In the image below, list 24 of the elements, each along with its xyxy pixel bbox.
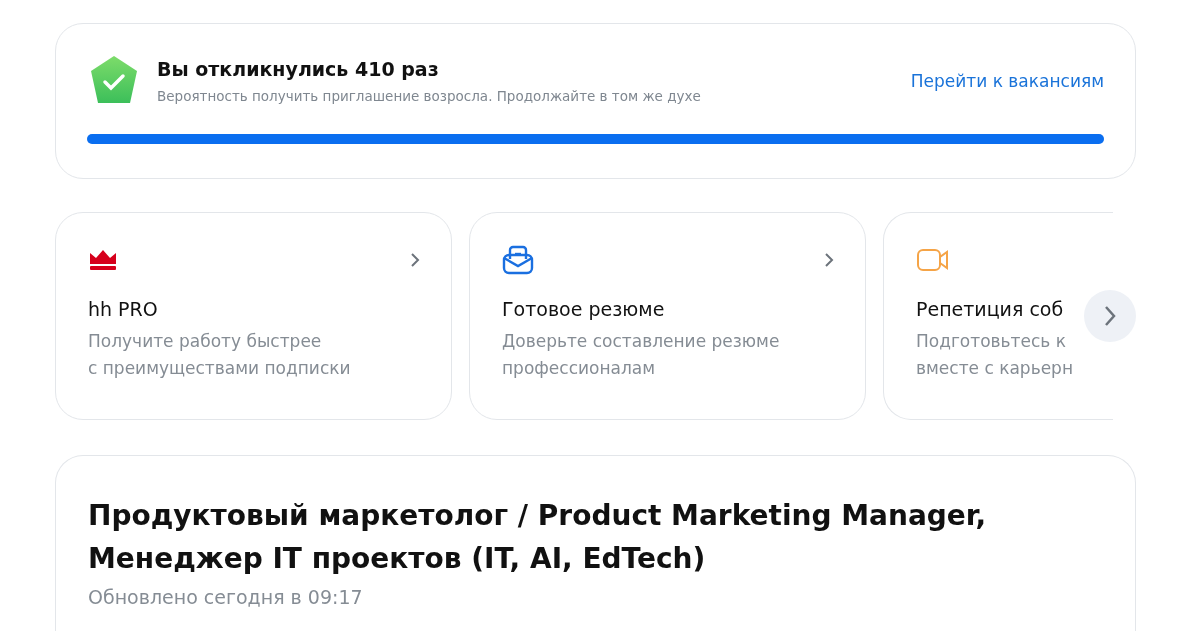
chevron-right-icon bbox=[1103, 304, 1117, 328]
responses-title: Вы откликнулись 410 раз bbox=[157, 58, 440, 80]
service-description: Доверьте составление резюме bbox=[502, 330, 781, 353]
resume-updated: Обновлено сегодня в 09:17 bbox=[88, 586, 364, 608]
vacancies-link[interactable]: Перейти к вакансиям bbox=[910, 71, 1104, 91]
service-description: Подготовьтесь к bbox=[916, 330, 1067, 353]
chevron-right-icon bbox=[410, 252, 420, 268]
video-camera-icon bbox=[916, 247, 950, 273]
next-button[interactable] bbox=[1084, 290, 1136, 342]
chevron-right-icon bbox=[824, 252, 834, 268]
service-title: Готовое резюме bbox=[502, 298, 666, 320]
service-description: профессионалам bbox=[502, 357, 657, 380]
service-title: hh PRO bbox=[88, 298, 159, 320]
service-title: Репетиция соб bbox=[916, 298, 1065, 320]
crown-icon bbox=[88, 249, 118, 271]
service-card[interactable]: hh PRO Получите работу быстрее с преимуществами подписки bbox=[55, 212, 452, 420]
envelope-icon bbox=[502, 245, 534, 275]
service-description: вместе с карьерн bbox=[916, 357, 1075, 380]
service-card[interactable]: Репетиция соб Подготовьтесь к вместе с карьерн bbox=[883, 212, 1113, 420]
service-description: Получите работу быстрее bbox=[88, 330, 323, 353]
responses-subtitle: Вероятность получить приглашение возросла. Продолжайте в том же духе bbox=[157, 88, 702, 104]
service-description: с преимуществами подписки bbox=[88, 357, 352, 380]
service-card[interactable]: Готовое резюме Доверьте составление резюме профессионалам bbox=[469, 212, 866, 420]
resume-title[interactable]: Продуктовый маркетолог / Product Marketing Manager, Менеджер IT проектов (IT, AI, EdTech) bbox=[88, 494, 1104, 580]
